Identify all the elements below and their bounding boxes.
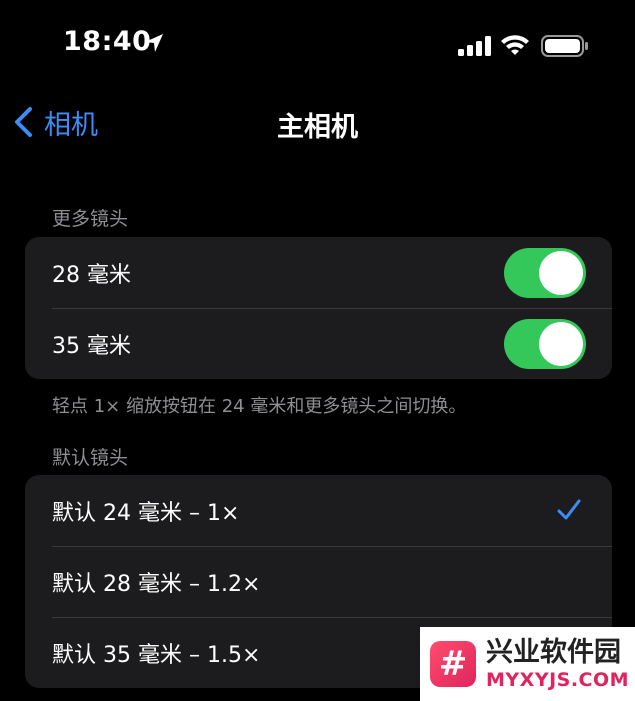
row-label: 默认 24 毫米 – 1× <box>52 500 240 526</box>
watermark: # 兴业软件园 MYXYJS.COM <box>420 627 635 701</box>
watermark-logo-icon: # <box>430 641 476 687</box>
toggle-knob <box>539 322 583 366</box>
section-header-default-lens: 默认镜头 <box>52 447 129 469</box>
watermark-url: MYXYJS.COM <box>486 669 630 691</box>
wifi-icon <box>501 35 529 55</box>
watermark-text: 兴业软件园 MYXYJS.COM <box>486 637 629 691</box>
battery-icon <box>541 35 588 57</box>
status-bar: 18:40 <box>0 0 635 90</box>
row-label: 默认 35 毫米 – 1.5× <box>52 642 261 668</box>
toggle-35mm[interactable] <box>504 319 586 369</box>
cellular-signal-icon <box>458 36 491 56</box>
row-label: 28 毫米 <box>52 262 131 288</box>
status-time: 18:40 <box>63 26 152 57</box>
section-footer-note: 轻点 1× 缩放按钮在 24 毫米和更多镜头之间切换。 <box>52 396 467 417</box>
page-title: 主相机 <box>277 112 358 143</box>
toggle-28mm[interactable] <box>504 248 586 298</box>
option-default-28mm[interactable]: 默认 28 毫米 – 1.2× <box>25 546 612 617</box>
watermark-name: 兴业软件园 <box>486 637 621 668</box>
row-label: 35 毫米 <box>52 333 131 359</box>
navigation-bar: 相机 主相机 <box>0 90 635 156</box>
location-arrow-icon <box>145 34 163 52</box>
row-label: 默认 28 毫米 – 1.2× <box>52 571 261 597</box>
option-default-24mm[interactable]: 默认 24 毫米 – 1× <box>25 475 612 546</box>
list-item-35mm: 35 毫米 <box>25 308 612 379</box>
checkmark-icon <box>557 499 581 520</box>
toggle-knob <box>539 251 583 295</box>
section-header-more-lenses: 更多镜头 <box>52 208 129 230</box>
more-lenses-group: 28 毫米 35 毫米 <box>25 237 612 379</box>
list-item-28mm: 28 毫米 <box>25 237 612 308</box>
